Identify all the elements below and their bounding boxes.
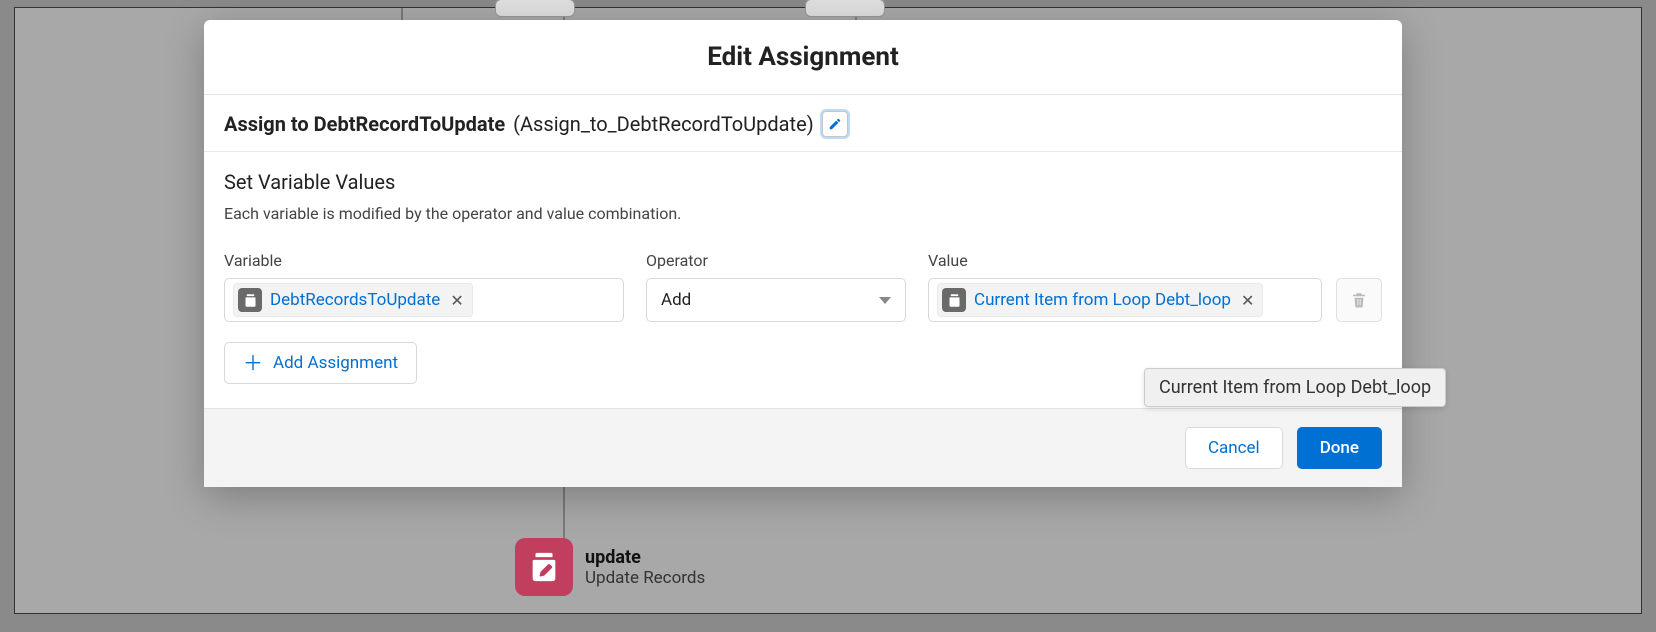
cancel-button[interactable]: Cancel bbox=[1185, 427, 1283, 469]
variable-pill: DebtRecordsToUpdate ✕ bbox=[233, 283, 473, 317]
variable-input[interactable]: DebtRecordsToUpdate ✕ bbox=[224, 278, 624, 322]
chevron-down-icon bbox=[879, 297, 891, 304]
assignment-label: Assign to DebtRecordToUpdate bbox=[224, 112, 505, 136]
add-assignment-button[interactable]: ＋ Add Assignment bbox=[224, 342, 417, 384]
section-title: Set Variable Values bbox=[224, 170, 1382, 194]
variable-label: Variable bbox=[224, 251, 624, 270]
plus-icon: ＋ bbox=[243, 353, 263, 373]
assignment-row: Variable DebtRecordsToUpdate ✕ Operator … bbox=[224, 251, 1382, 322]
value-pill: Current Item from Loop Debt_loop ✕ bbox=[937, 283, 1263, 317]
edit-assignment-modal: Edit Assignment Assign to DebtRecordToUp… bbox=[204, 20, 1402, 487]
assignment-api-name: (Assign_to_DebtRecordToUpdate) bbox=[513, 112, 814, 136]
assignment-name-row: Assign to DebtRecordToUpdate (Assign_to_… bbox=[204, 95, 1402, 152]
modal-footer: Cancel Done bbox=[204, 408, 1402, 487]
value-remove-button[interactable]: ✕ bbox=[1239, 291, 1256, 310]
section-description: Each variable is modified by the operato… bbox=[224, 204, 1382, 223]
flow-node bbox=[805, 0, 885, 17]
value-input[interactable]: Current Item from Loop Debt_loop ✕ bbox=[928, 278, 1322, 322]
value-pill-text: Current Item from Loop Debt_loop bbox=[974, 290, 1231, 310]
modal-title: Edit Assignment bbox=[204, 20, 1402, 95]
operator-value: Add bbox=[661, 290, 691, 310]
operator-select[interactable]: Add bbox=[646, 278, 906, 322]
edit-name-button[interactable] bbox=[822, 111, 848, 137]
value-tooltip: Current Item from Loop Debt_loop bbox=[1144, 368, 1446, 407]
pencil-icon bbox=[828, 117, 842, 131]
value-label: Value bbox=[928, 251, 1382, 270]
done-button[interactable]: Done bbox=[1297, 427, 1382, 469]
add-assignment-label: Add Assignment bbox=[273, 353, 398, 373]
update-records-node[interactable]: update Update Records bbox=[515, 538, 705, 596]
update-records-icon bbox=[515, 538, 573, 596]
variable-pill-text: DebtRecordsToUpdate bbox=[270, 290, 440, 310]
variable-icon bbox=[238, 288, 262, 312]
delete-row-button[interactable] bbox=[1336, 278, 1382, 322]
update-node-title: update bbox=[585, 547, 705, 568]
variable-remove-button[interactable]: ✕ bbox=[448, 291, 465, 310]
trash-icon bbox=[1350, 291, 1368, 309]
value-icon bbox=[942, 288, 966, 312]
operator-label: Operator bbox=[646, 251, 906, 270]
update-node-subtitle: Update Records bbox=[585, 568, 705, 588]
flow-node bbox=[495, 0, 575, 17]
